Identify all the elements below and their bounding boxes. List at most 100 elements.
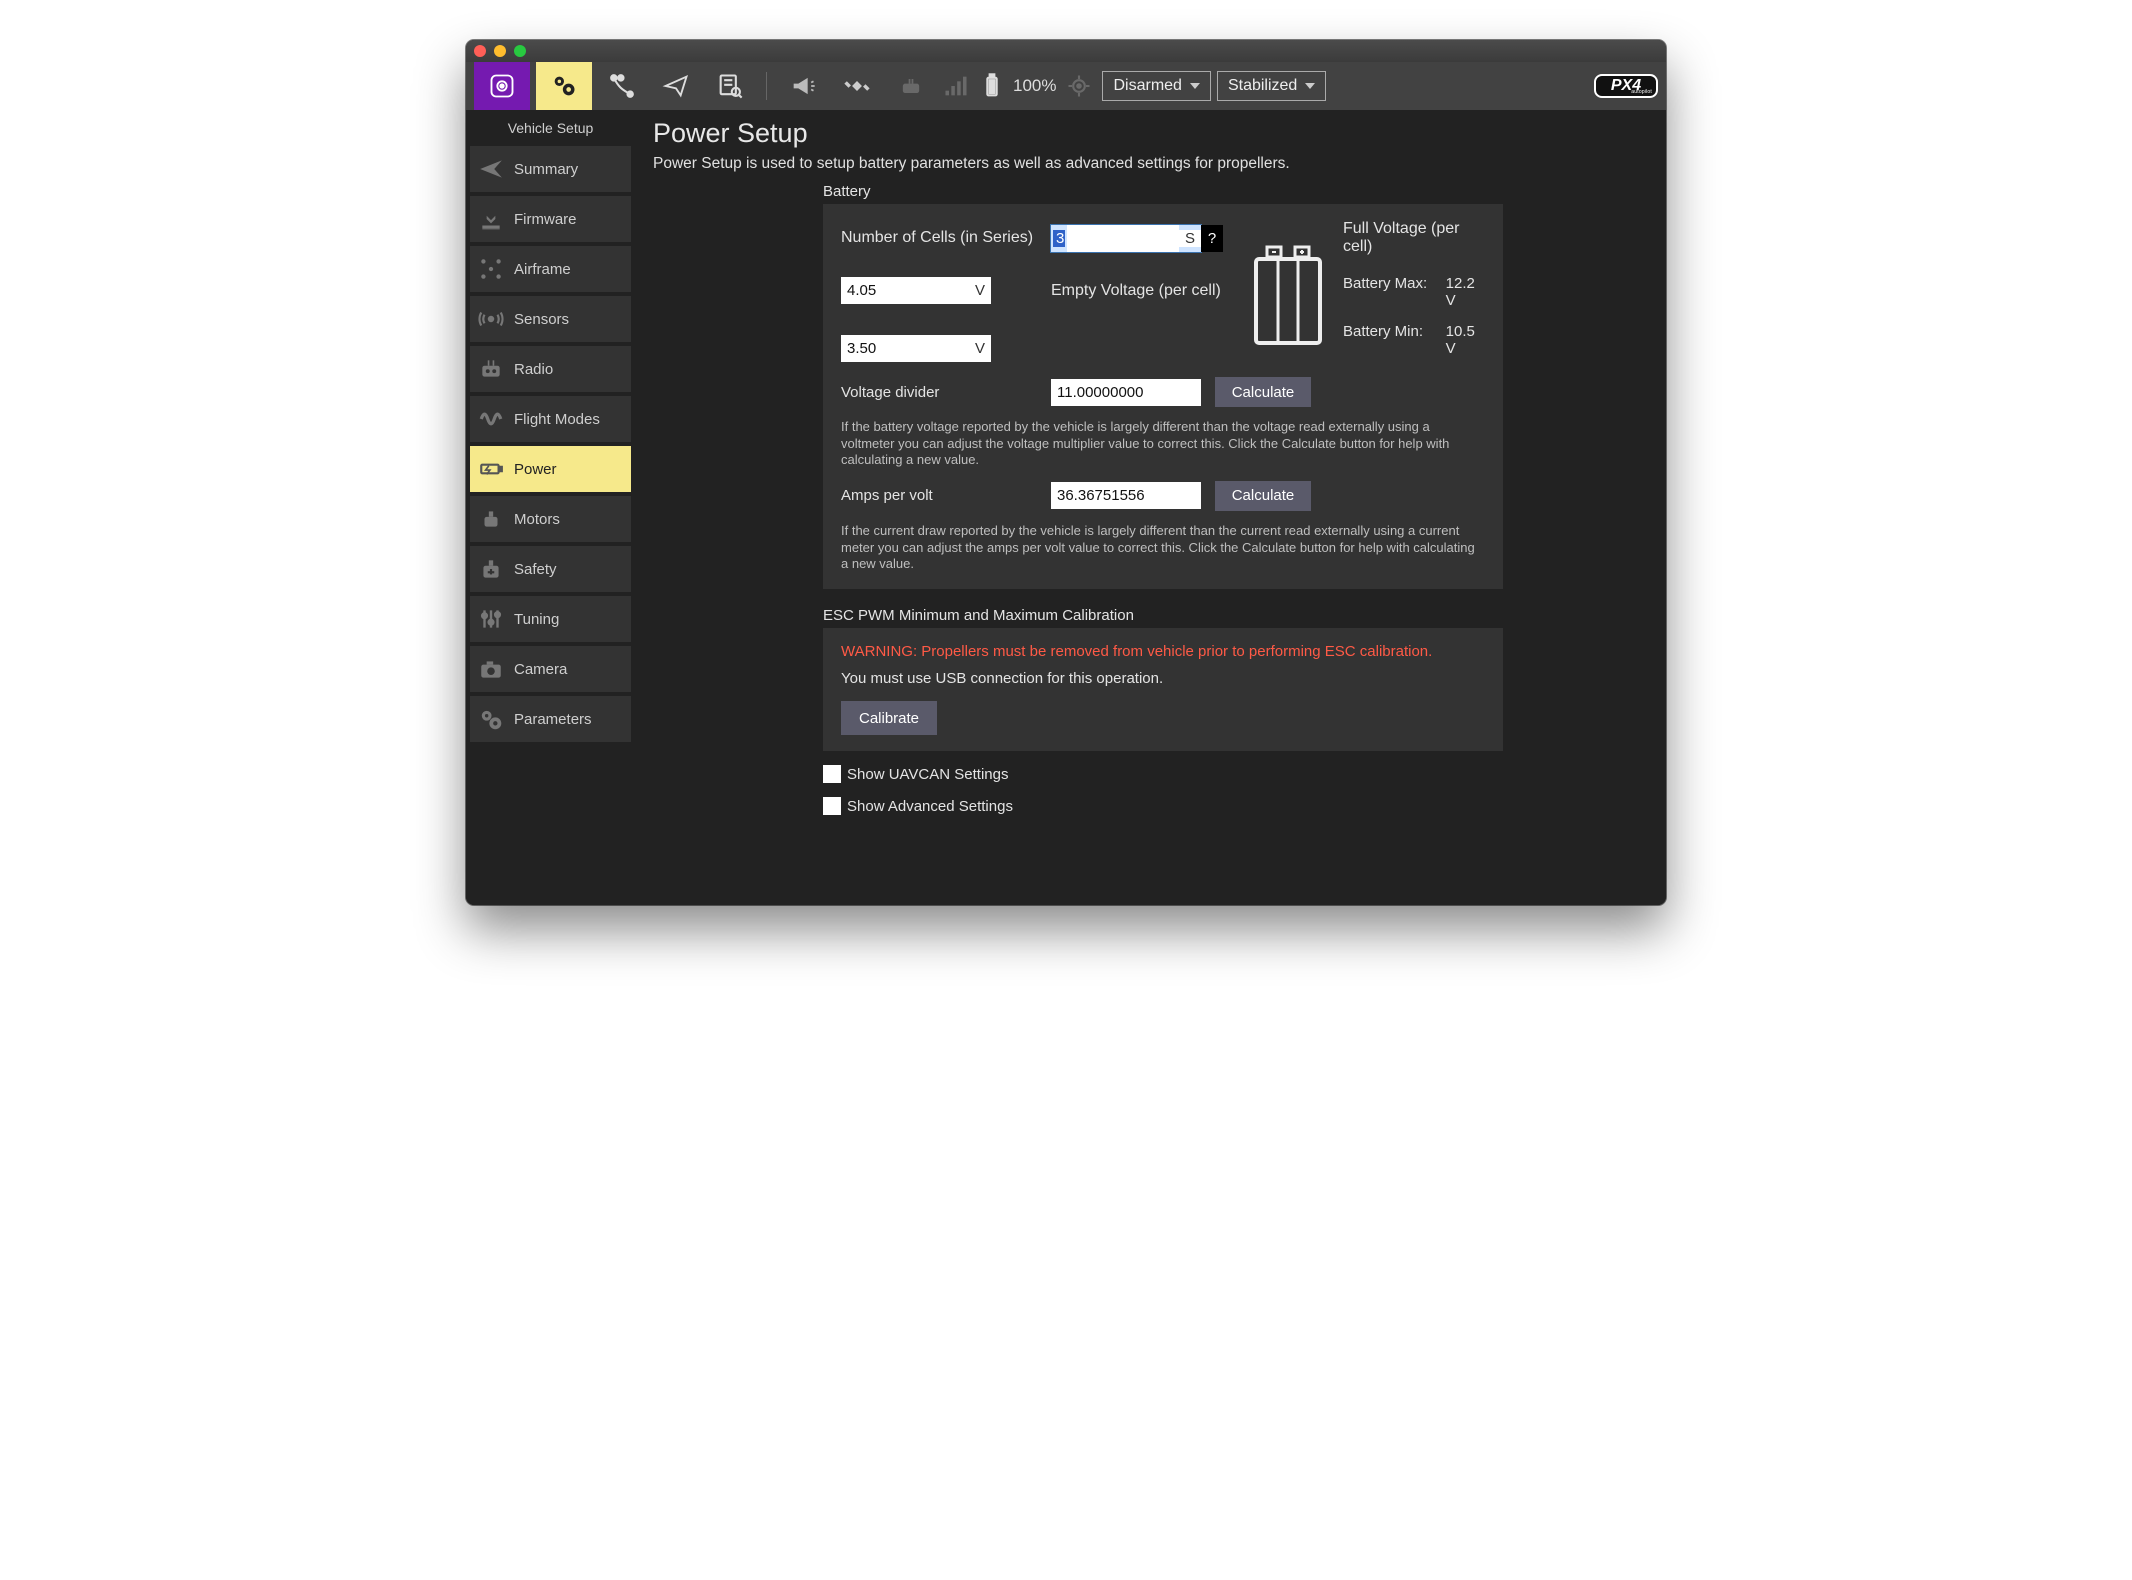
camera-icon [478,656,504,682]
toolbar-separator [766,72,767,100]
sidebar-item-motors[interactable]: Motors [470,496,631,542]
full-voltage-value: 4.05 [841,282,969,299]
empty-voltage-label: Empty Voltage (per cell) [1051,282,1233,300]
vehicle-setup-icon[interactable] [536,62,592,110]
battery-panel: Number of Cells (in Series) 3 S ? [823,204,1503,589]
sidebar-item-flight-modes[interactable]: Flight Modes [470,396,631,442]
chevron-down-icon [1190,83,1200,89]
plane-icon [478,156,504,182]
sidebar-title: Vehicle Setup [470,116,631,142]
battery-section-label: Battery [823,183,1644,200]
amps-per-volt-calculate-button[interactable]: Calculate [1215,481,1311,511]
app-settings-icon[interactable] [474,62,530,110]
titlebar [466,40,1666,62]
rc-icon[interactable] [887,62,935,110]
show-uavcan-label: Show UAVCAN Settings [847,766,1008,783]
announce-icon[interactable] [779,62,827,110]
sidebar-item-label: Safety [514,561,557,578]
sidebar-item-airframe[interactable]: Airframe [470,246,631,292]
plan-icon[interactable] [598,62,646,110]
amps-per-volt-input[interactable]: 36.36751556 [1051,482,1201,509]
battery-max-value: 12.2 V [1446,275,1485,309]
cells-help-button[interactable]: ? [1201,225,1223,252]
sidebar-item-label: Radio [514,361,553,378]
checkbox-icon [823,797,841,815]
analyze-icon[interactable] [706,62,754,110]
toolbar: 100% Disarmed Stabilized PX4 [466,62,1666,110]
gears-icon [478,706,504,732]
sidebar-item-radio[interactable]: Radio [470,346,631,392]
esc-usb-note: You must use USB connection for this ope… [841,670,1485,687]
sidebar-item-sensors[interactable]: Sensors [470,296,631,342]
armed-label: Disarmed [1113,77,1181,95]
battery-max-label: Battery Max: [1343,275,1434,309]
battery-min-label: Battery Min: [1343,323,1434,357]
safety-icon [478,556,504,582]
minimize-window-icon[interactable] [494,45,506,57]
battery-percent: 100% [1013,76,1056,96]
amps-per-volt-help: If the current draw reported by the vehi… [841,523,1485,573]
sidebar-item-label: Tuning [514,611,559,628]
armed-combo[interactable]: Disarmed [1102,71,1210,101]
full-voltage-unit: V [969,282,991,299]
download-icon [478,206,504,232]
fly-icon[interactable] [652,62,700,110]
page-title: Power Setup [653,118,1644,149]
sidebar-item-label: Parameters [514,711,592,728]
sidebar-item-tuning[interactable]: Tuning [470,596,631,642]
gps-target-icon[interactable] [1062,62,1096,110]
zoom-window-icon[interactable] [514,45,526,57]
show-advanced-label: Show Advanced Settings [847,798,1013,815]
sidebar-item-label: Power [514,461,557,478]
tuning-icon [478,606,504,632]
checkbox-icon [823,765,841,783]
content: Power Setup Power Setup is used to setup… [631,110,1666,905]
signal-icon[interactable] [941,62,971,110]
empty-voltage-input[interactable]: 3.50 V [841,335,991,362]
cells-value: 3 [1053,230,1065,247]
power-icon [478,456,504,482]
sidebar-item-camera[interactable]: Camera [470,646,631,692]
sidebar-item-label: Sensors [514,311,569,328]
full-voltage-label: Full Voltage (per cell) [1343,220,1485,256]
satellite-icon[interactable] [833,62,881,110]
radio-icon [478,356,504,382]
esc-section-label: ESC PWM Minimum and Maximum Calibration [823,607,1644,624]
flight-modes-icon [478,406,504,432]
page-subtitle: Power Setup is used to setup battery par… [653,155,1644,173]
sidebar-item-firmware[interactable]: Firmware [470,196,631,242]
sidebar-item-parameters[interactable]: Parameters [470,696,631,742]
sidebar-item-label: Airframe [514,261,571,278]
sidebar: Vehicle Setup Summary Firmware Airframe … [466,110,631,905]
battery-icon [977,62,1007,110]
sidebar-item-safety[interactable]: Safety [470,546,631,592]
sidebar-item-summary[interactable]: Summary [470,146,631,192]
show-uavcan-checkbox[interactable]: Show UAVCAN Settings [823,765,1644,783]
sidebar-item-label: Flight Modes [514,411,600,428]
flight-mode-combo[interactable]: Stabilized [1217,71,1326,101]
battery-min-value: 10.5 V [1446,323,1485,357]
close-window-icon[interactable] [474,45,486,57]
voltage-divider-help: If the battery voltage reported by the v… [841,419,1485,469]
sidebar-item-power[interactable]: Power [470,446,631,492]
empty-voltage-unit: V [969,340,991,357]
airframe-icon [478,256,504,282]
voltage-divider-value: 11.00000000 [1051,384,1201,401]
cells-input[interactable]: 3 S [1051,225,1201,252]
motors-icon [478,506,504,532]
sidebar-item-label: Camera [514,661,567,678]
chevron-down-icon [1305,83,1315,89]
show-advanced-checkbox[interactable]: Show Advanced Settings [823,797,1644,815]
amps-per-volt-label: Amps per volt [841,487,1041,504]
voltage-divider-input[interactable]: 11.00000000 [1051,379,1201,406]
voltage-divider-calculate-button[interactable]: Calculate [1215,377,1311,407]
cells-label: Number of Cells (in Series) [841,229,1041,247]
full-voltage-input[interactable]: 4.05 V [841,277,991,304]
flight-mode-label: Stabilized [1228,77,1297,95]
esc-calibrate-button[interactable]: Calibrate [841,701,937,735]
empty-voltage-value: 3.50 [841,340,969,357]
app-window: 100% Disarmed Stabilized PX4 Vehicle Set… [466,40,1666,905]
cells-unit: S [1179,230,1201,247]
sidebar-item-label: Motors [514,511,560,528]
battery-graphic-icon [1243,245,1333,347]
